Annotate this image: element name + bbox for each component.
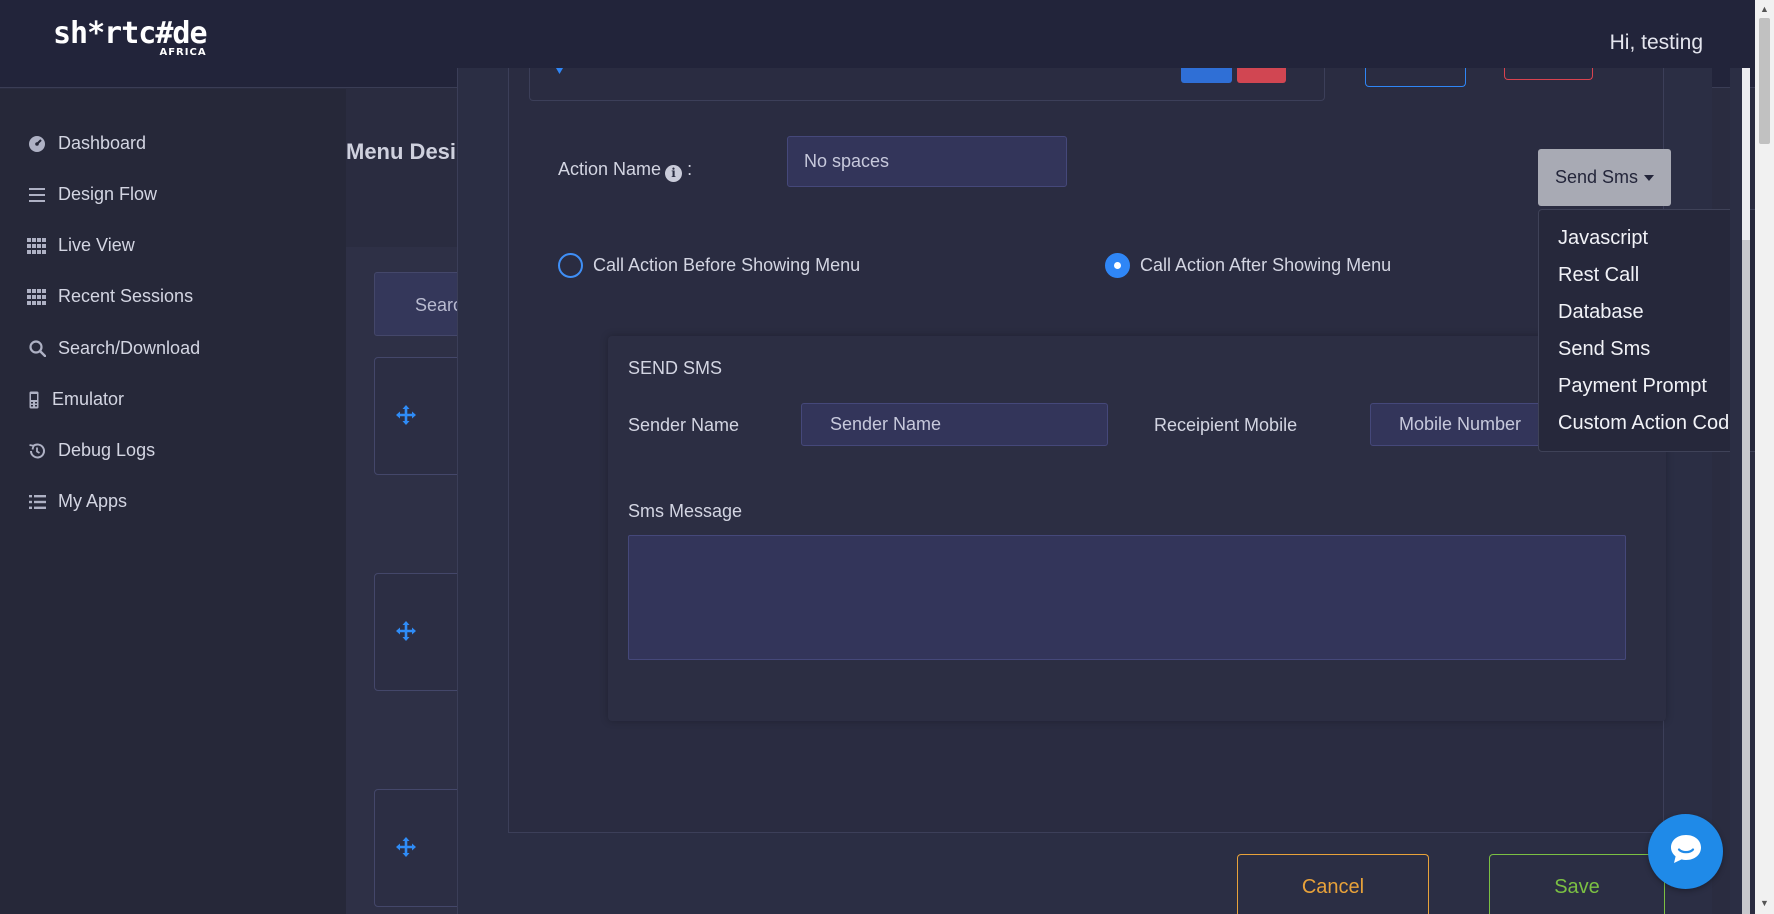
sidebar-item-dashboard[interactable]: Dashboard	[27, 133, 146, 154]
recipient-mobile-label: Receipient Mobile	[1154, 415, 1298, 435]
modal-body: Action Namei : Call Action Before Showin…	[508, 68, 1768, 833]
chat-widget-button[interactable]	[1648, 814, 1723, 889]
action-type-dropdown[interactable]: Send Sms	[1538, 149, 1671, 206]
sms-message-label: Sms Message	[628, 501, 743, 521]
history-icon	[27, 441, 47, 461]
user-greeting[interactable]: Hi, testing	[1610, 31, 1703, 55]
chevron-down-icon	[556, 68, 563, 74]
scroll-down-arrow-icon[interactable]: ▼	[1760, 898, 1769, 908]
sidebar-item-my-apps[interactable]: My Apps	[27, 491, 127, 512]
sidebar-item-label: Design Flow	[58, 184, 158, 204]
sidebar-item-label: My Apps	[58, 491, 128, 511]
menu-card[interactable]	[374, 357, 466, 475]
radio-button[interactable]	[558, 253, 583, 278]
scroll-up-arrow-icon[interactable]: ▲	[1760, 4, 1769, 14]
sidebar-item-live-view[interactable]: Live View	[27, 235, 135, 256]
sms-message-textarea[interactable]	[628, 535, 1626, 660]
action-modal: Action Namei : Call Action Before Showin…	[457, 68, 1768, 914]
move-icon[interactable]	[395, 836, 417, 863]
scrollbar-thumb[interactable]	[1759, 18, 1770, 144]
chat-bubble-icon	[1667, 830, 1705, 873]
sidebar-item-debug-logs[interactable]: Debug Logs	[27, 440, 155, 461]
scrollbar-thumb[interactable]	[1742, 240, 1750, 914]
sidebar-item-label: Debug Logs	[58, 440, 156, 460]
move-icon[interactable]	[395, 620, 417, 647]
sidebar-item-label: Emulator	[52, 389, 125, 409]
grid-dots-icon	[27, 287, 47, 307]
send-sms-panel: SEND SMS Sender Name Receipient Mobile S…	[608, 336, 1666, 721]
outline-primary-button[interactable]	[1365, 68, 1466, 87]
page-title: Menu Desi	[346, 139, 457, 164]
sidebar-item-label: Dashboard	[58, 133, 147, 153]
search-icon	[27, 339, 47, 359]
sidebar-item-label: Recent Sessions	[58, 286, 194, 306]
sidebar-item-label: Search/Download	[58, 338, 201, 358]
grid-dots-icon	[27, 236, 47, 256]
logo[interactable]: sh*rtc#de AFRICA	[53, 16, 208, 59]
logo-wordmark: sh*rtc#de	[53, 16, 208, 51]
sender-name-input[interactable]	[801, 403, 1108, 446]
cancel-button[interactable]: Cancel	[1237, 854, 1429, 914]
menu-card[interactable]	[374, 789, 466, 907]
caret-down-icon	[1644, 174, 1655, 181]
sender-name-label: Sender Name	[628, 415, 740, 435]
sidebar-item-recent-sessions[interactable]: Recent Sessions	[27, 286, 193, 307]
sidebar-item-design-flow[interactable]: Design Flow	[27, 184, 157, 205]
sidebar-item-search-download[interactable]: Search/Download	[27, 338, 200, 359]
sidebar-item-label: Live View	[58, 235, 135, 255]
edit-button[interactable]	[1181, 68, 1232, 83]
action-name-label: Action Name i :	[558, 159, 693, 182]
list-icon	[27, 492, 47, 512]
phone-icon	[27, 390, 41, 410]
move-icon[interactable]	[395, 404, 417, 431]
outline-danger-button[interactable]	[1504, 68, 1593, 80]
radio-button-checked[interactable]	[1105, 253, 1130, 278]
save-button[interactable]: Save	[1489, 854, 1665, 914]
delete-button[interactable]	[1237, 68, 1286, 83]
menu-lines-icon	[27, 185, 47, 205]
dashboard-gauge-icon	[27, 134, 47, 154]
modal-scrollbar[interactable]	[1730, 68, 1750, 914]
info-icon[interactable]: i	[665, 164, 683, 182]
radio-before-menu[interactable]: Call Action Before Showing Menu	[558, 253, 860, 278]
page-scrollbar[interactable]: ▲ ▼	[1755, 0, 1774, 914]
search-input[interactable]: Searc	[374, 272, 466, 336]
action-name-input[interactable]	[787, 136, 1067, 187]
sidebar: Dashboard Design Flow Live View Recent S…	[0, 89, 346, 914]
sidebar-item-emulator[interactable]: Emulator	[27, 389, 124, 410]
sms-heading: SEND SMS	[628, 358, 723, 378]
menu-card[interactable]	[374, 573, 466, 691]
radio-after-menu[interactable]: Call Action After Showing Menu	[1105, 253, 1391, 278]
previous-item-strip	[529, 68, 1325, 101]
